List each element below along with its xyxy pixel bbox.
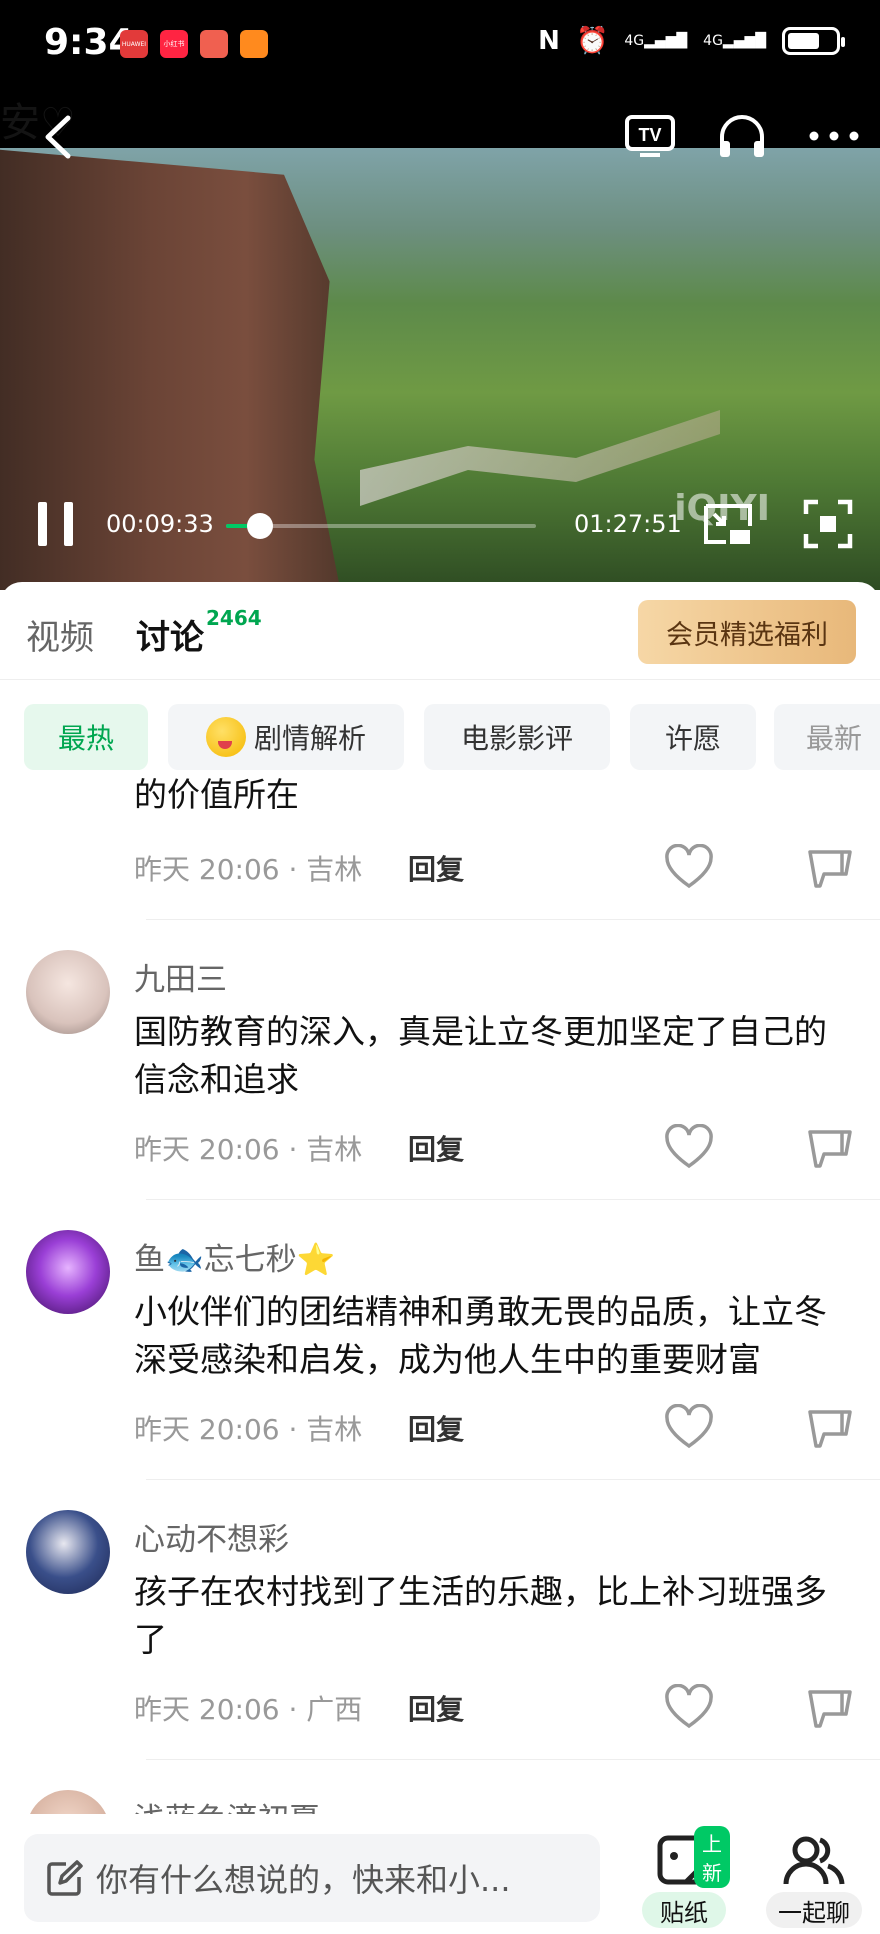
signal-icon-2: 4G▂▄▆█ [703, 33, 766, 49]
comment-meta: 昨天 20:06 · 吉林 [134, 853, 363, 886]
vip-benefits-button[interactable]: 会员精选福利 [638, 600, 856, 664]
chevron-left-icon [45, 115, 71, 159]
chat-together-button[interactable]: 一起聊 [760, 1828, 870, 1928]
player-controls: 00:09:33 01:27:51 [0, 490, 880, 560]
avatar[interactable] [26, 1510, 110, 1594]
reply-button[interactable]: 回复 [408, 1408, 464, 1448]
reply-button[interactable]: 回复 [408, 1688, 464, 1728]
back-button[interactable] [38, 112, 78, 162]
player-top-actions: TV [624, 110, 860, 162]
heart-icon[interactable] [664, 1124, 714, 1170]
comment-username[interactable]: 浅蓝色滴初夏 [134, 1794, 320, 1814]
heart-icon[interactable] [664, 1684, 714, 1730]
more-dots-icon [809, 131, 859, 141]
list-item: 鱼🐟忘七秒⭐ 小伙伴们的团结精神和勇敢无畏的品质，让立冬深受感染和启发，成为他人… [0, 1200, 880, 1480]
battery-icon [782, 27, 845, 55]
current-time: 00:09:33 [106, 510, 214, 538]
dislike-icon[interactable] [806, 1404, 856, 1450]
comment-meta: 昨天 20:06 · 广西 [134, 1693, 363, 1726]
signal-icon: 4G▂▄▆█ [624, 33, 688, 49]
audio-mode-button[interactable] [716, 110, 768, 162]
heart-icon[interactable] [664, 1404, 714, 1450]
people-icon [783, 1836, 845, 1885]
video-player[interactable]: 安♡ iQIYI TV 00:09:33 01:27:51 [0, 90, 880, 590]
comment-input-placeholder: 你有什么想说的，快来和小... [96, 1861, 511, 1899]
comment-text: 孩子在农村找到了生活的乐趣，比上补习班强多了 [134, 1572, 827, 1659]
list-item: 浅蓝色滴初夏 [0, 1760, 880, 1814]
huawei-app-icon: HUAWEI [120, 30, 148, 58]
notification-app-icons: HUAWEI 小红书 [120, 30, 268, 58]
comment-meta: 昨天 20:06 · 吉林 [134, 1413, 363, 1446]
comment-username[interactable]: 鱼🐟忘七秒⭐ [134, 1234, 335, 1279]
avatar[interactable] [26, 950, 110, 1034]
dislike-icon[interactable] [806, 844, 856, 890]
chip-plot-analysis[interactable]: 剧情解析 [168, 704, 404, 770]
yum-face-icon [205, 717, 246, 757]
dislike-icon[interactable] [806, 1684, 856, 1730]
fullscreen-button[interactable] [800, 496, 856, 552]
list-item: 心动不想彩 孩子在农村找到了生活的乐趣，比上补习班强多了 昨天 20:06 · … [0, 1480, 880, 1760]
pause-button[interactable] [34, 502, 78, 548]
fullscreen-icon [803, 499, 853, 549]
comment-meta: 昨天 20:06 · 吉林 [134, 1133, 363, 1166]
new-badge: 上新 [694, 1826, 730, 1888]
heart-icon[interactable] [664, 844, 714, 890]
list-item: 九田三 国防教育的深入，真是让立冬更加坚定了自己的信念和追求 昨天 20:06 … [0, 920, 880, 1200]
reply-button[interactable]: 回复 [408, 1128, 464, 1168]
comment-text: 国防教育的深入，真是让立冬更加坚定了自己的信念和追求 [134, 1012, 827, 1099]
chip-movie-review[interactable]: 电影影评 [424, 704, 610, 770]
tab-discuss[interactable]: 讨论 [136, 610, 204, 659]
sticker-label: 贴纸 [642, 1892, 726, 1928]
comment-username[interactable]: 九田三 [134, 954, 227, 999]
chat-together-label: 一起聊 [766, 1892, 862, 1928]
filter-chips: 最热 剧情解析 电影影评 许愿 最新 [0, 680, 880, 778]
status-bar: 9:34 HUAWEI 小红书 N ⏰ 4G▂▄▆█ 4G▂▄▆█ [0, 0, 880, 90]
picture-in-picture-icon [704, 504, 752, 544]
comment-username[interactable]: 心动不想彩 [134, 1514, 289, 1559]
status-icons: N ⏰ 4G▂▄▆█ 4G▂▄▆█ [538, 26, 845, 56]
avatar[interactable] [26, 1230, 110, 1314]
tab-video[interactable]: 视频 [26, 610, 94, 659]
app4-icon [240, 30, 268, 58]
avatar[interactable] [26, 1790, 110, 1814]
reply-button[interactable]: 回复 [408, 848, 464, 888]
chip-hot[interactable]: 最热 [24, 704, 148, 770]
progress-knob[interactable] [247, 513, 274, 539]
comment-text: 的价值所在 [134, 778, 299, 814]
more-button[interactable] [808, 110, 860, 162]
app3-icon [200, 30, 228, 58]
svg-text:TV: TV [638, 125, 661, 145]
alarm-icon: ⏰ [575, 26, 609, 56]
xiaohongshu-app-icon: 小红书 [160, 30, 188, 58]
edit-icon [47, 1860, 83, 1896]
tv-cast-button[interactable]: TV [624, 110, 676, 162]
comment-input[interactable]: 你有什么想说的，快来和小... [24, 1834, 600, 1922]
pip-button[interactable] [700, 496, 756, 552]
discuss-count-badge: 2464 [206, 606, 262, 630]
duration-time: 01:27:51 [574, 510, 682, 538]
sticker-button[interactable]: 上新 贴纸 [640, 1826, 730, 1928]
tv-icon: TV [625, 115, 675, 157]
bottom-bar: 你有什么想说的，快来和小... 上新 贴纸 一起聊 [0, 1814, 880, 1934]
comment-text: 小伙伴们的团结精神和勇敢无畏的品质，让立冬深受感染和启发，成为他人生中的重要财富 [134, 1292, 827, 1379]
chip-wish[interactable]: 许愿 [630, 704, 756, 770]
tab-bar: 视频 讨论 2464 会员精选福利 [0, 582, 880, 680]
nfc-icon: N [538, 26, 560, 56]
progress-bar[interactable] [226, 513, 536, 539]
dislike-icon[interactable] [806, 1124, 856, 1170]
comment-list: 的价值所在 昨天 20:06 · 吉林 回复 九田三 国防教育的深入，真是让立冬… [0, 778, 880, 1814]
chip-newest[interactable]: 最新 [774, 704, 880, 770]
list-item: 的价值所在 昨天 20:06 · 吉林 回复 [0, 778, 880, 920]
headphones-icon [720, 115, 764, 157]
